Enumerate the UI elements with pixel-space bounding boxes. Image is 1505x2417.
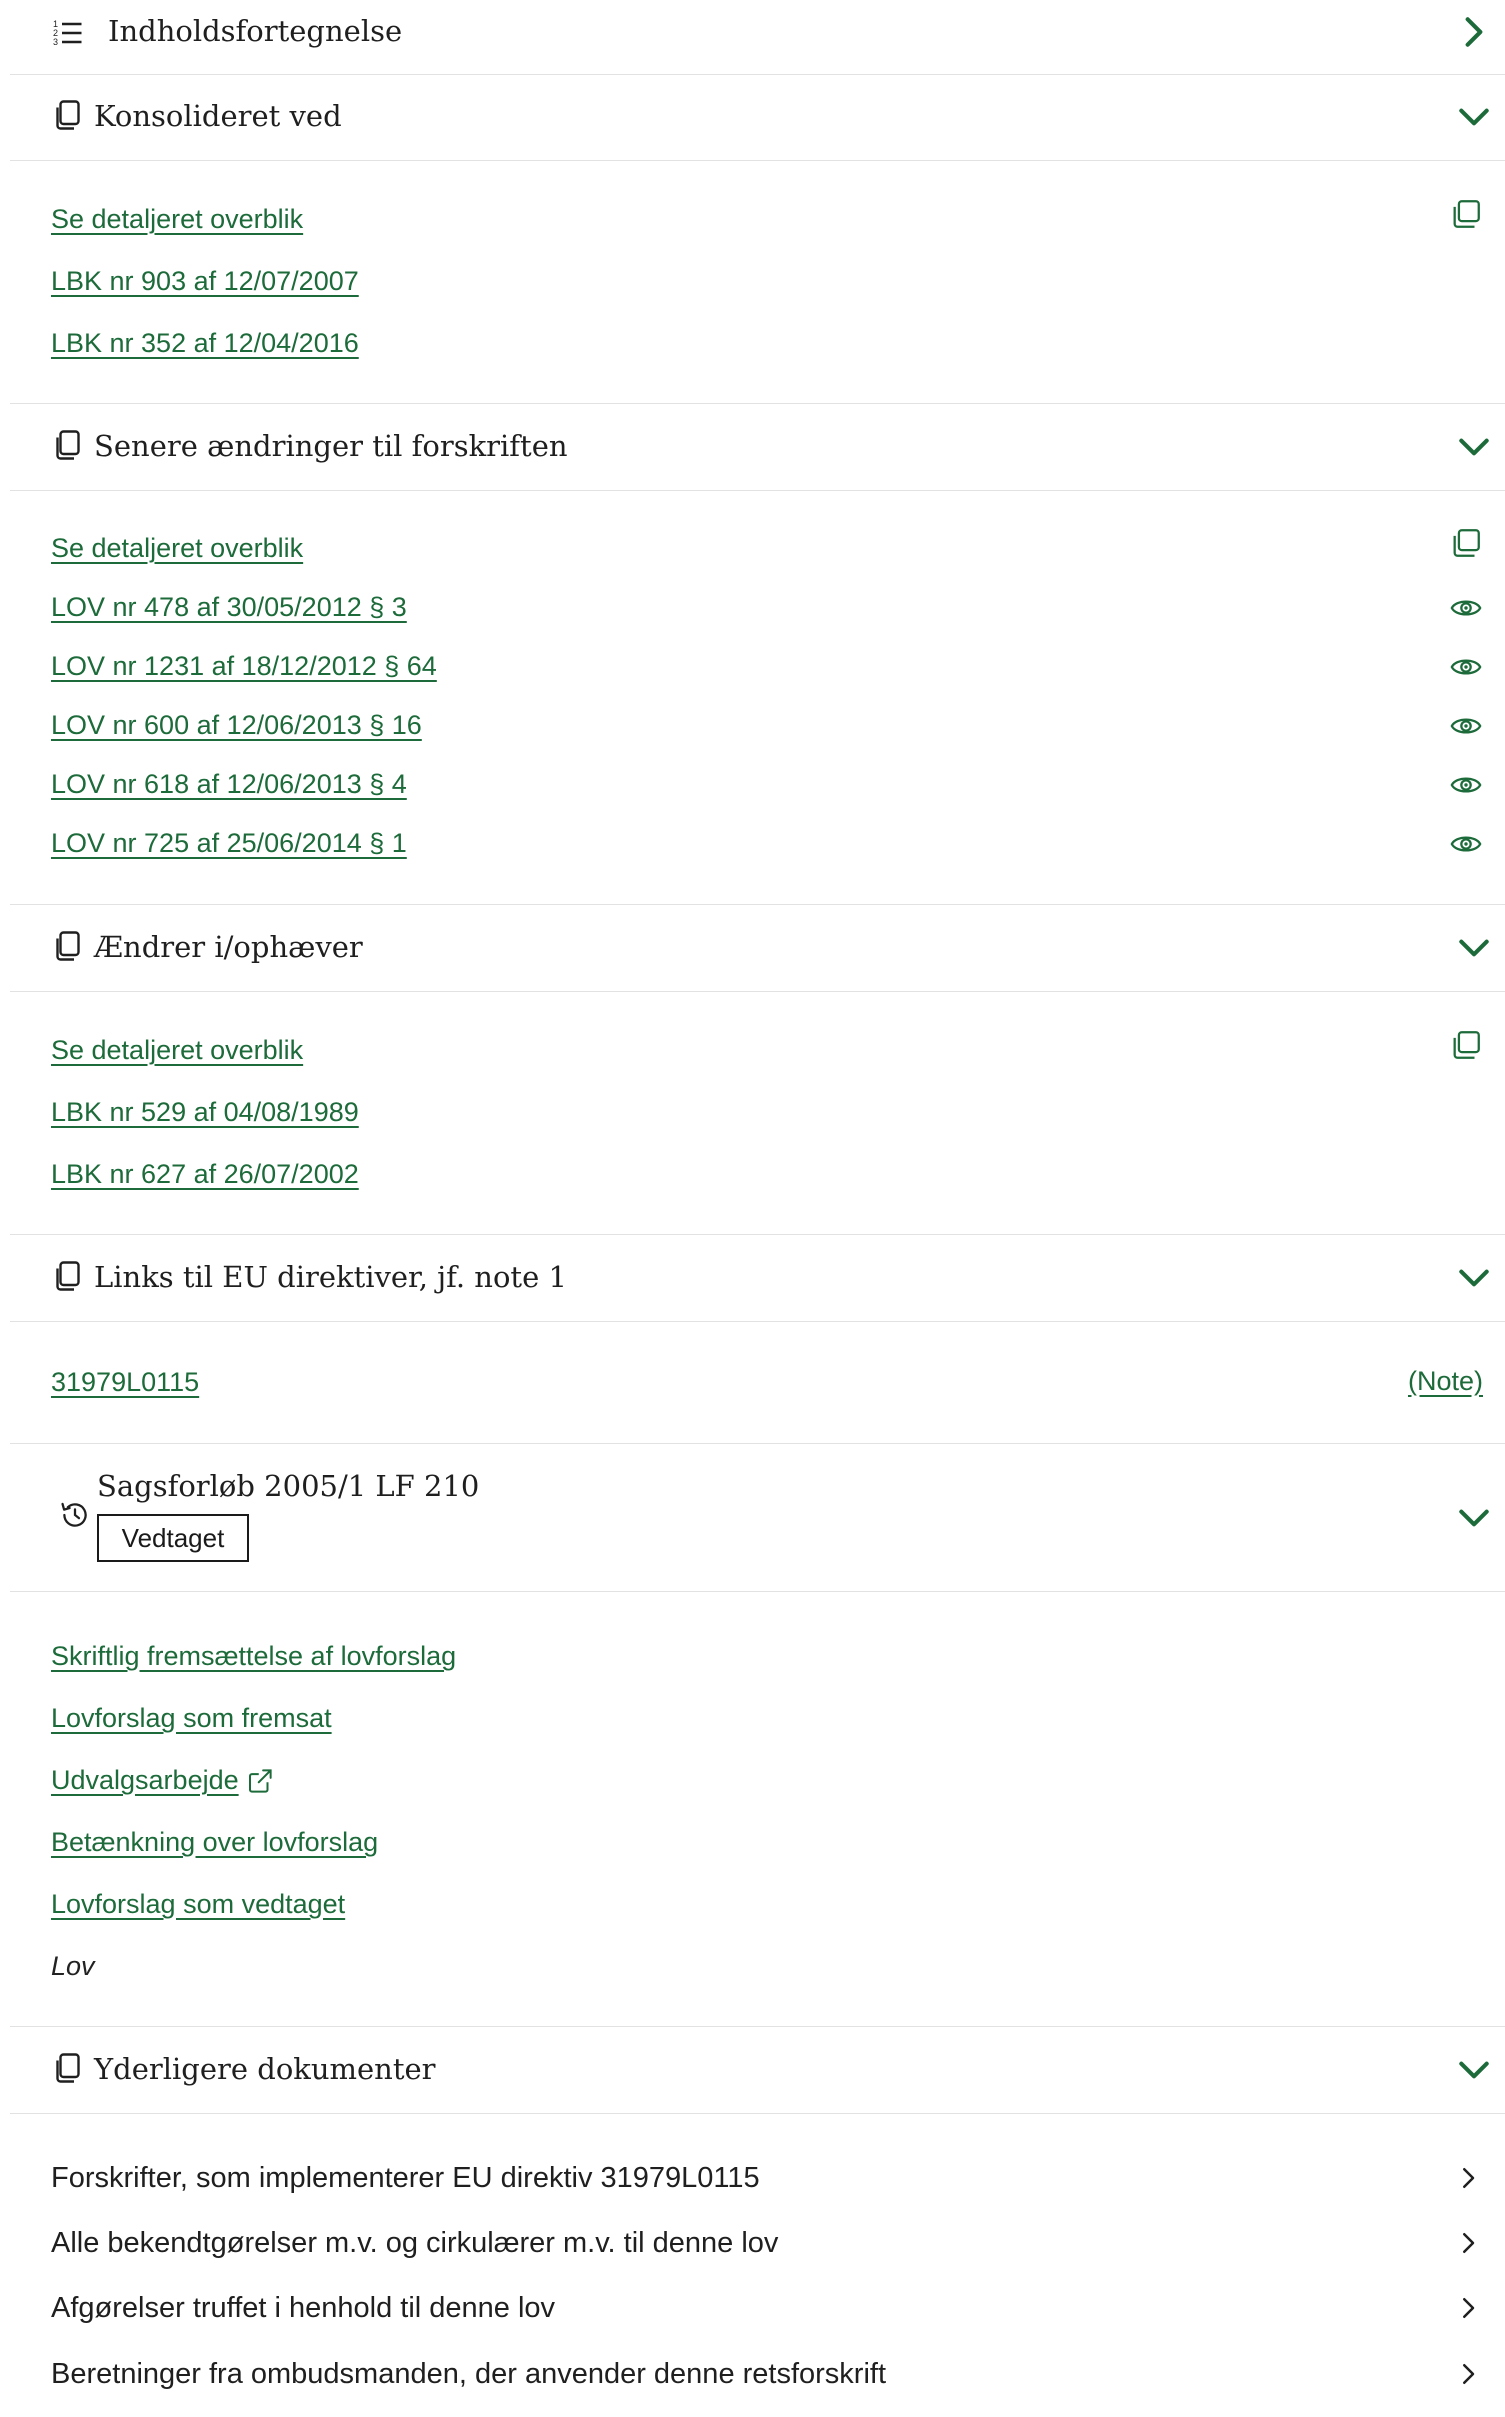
later-change-link[interactable]: LOV nr 725 af 25/06/2014 § 1 [51,828,407,859]
later-changes-header[interactable]: Senere ændringer til forskriften [10,405,1505,491]
divider [10,1234,1505,1235]
copy-icon [50,97,86,133]
eye-icon[interactable] [1449,650,1483,684]
list-icon: 1 2 3 [53,19,82,47]
toc-header[interactable]: 1 2 3 Indholdsfortegnelse [10,0,1505,75]
later-change-link[interactable]: LOV nr 600 af 12/06/2013 § 16 [51,710,422,741]
copy-icon [50,1258,86,1294]
eu-links-header[interactable]: Links til EU direktiver, jf. note 1 [10,1236,1505,1322]
more-docs-item-label: Afgørelser truffet i henhold til denne l… [51,2291,556,2324]
more-docs-title: Yderligere dokumenter [94,2052,436,2086]
chevron-down-icon[interactable] [1455,2051,1493,2089]
later-change-link[interactable]: LOV nr 478 af 30/05/2012 § 3 [51,592,407,623]
case-title: Sagsforløb 2005/1 LF 210 [97,1469,480,1503]
copy-icon[interactable] [1449,1028,1483,1062]
chevron-right-icon [1453,2359,1483,2389]
more-docs-item-label: Forskrifter, som implementerer EU direkt… [51,2161,760,2194]
chevron-down-icon[interactable] [1455,1499,1493,1537]
status-badge: Vedtaget [97,1514,249,1562]
more-docs-item[interactable]: Alle bekendtgørelser m.v. og cirkulærer … [51,2218,1505,2268]
more-docs-item[interactable]: Beretninger fra ombudsmanden, der anvend… [51,2349,1505,2399]
consolidated-link[interactable]: LBK nr 352 af 12/04/2016 [51,328,359,359]
more-docs-item[interactable]: Afgørelser truffet i henhold til denne l… [51,2283,1505,2333]
amends-title: Ændrer i/ophæver [94,930,363,964]
copy-icon[interactable] [1449,526,1483,560]
more-docs-item-label: Beretninger fra ombudsmanden, der anvend… [51,2357,887,2390]
consolidated-header[interactable]: Konsolideret ved [10,75,1505,161]
chevron-down-icon[interactable] [1455,428,1493,466]
chevron-right-icon[interactable] [1455,13,1493,51]
eye-icon[interactable] [1449,591,1483,625]
amends-overview-link[interactable]: Se detaljeret overblik [51,1035,303,1066]
copy-icon [50,2050,86,2086]
history-icon [61,1502,87,1527]
later-changes-overview-link[interactable]: Se detaljeret overblik [51,533,303,564]
chevron-down-icon[interactable] [1455,1259,1493,1297]
svg-text:3: 3 [53,37,58,47]
chevron-right-icon [1453,2163,1483,2193]
eu-links-title: Links til EU direktiver, jf. note 1 [94,1260,567,1294]
amends-link[interactable]: LBK nr 529 af 04/08/1989 [51,1097,359,1128]
case-link[interactable]: Lovforslag som fremsat [51,1703,332,1734]
copy-icon [50,427,86,463]
amends-header[interactable]: Ændrer i/ophæver [10,906,1505,992]
divider [10,2026,1505,2027]
divider [10,904,1505,905]
consolidated-link[interactable]: LBK nr 903 af 12/07/2007 [51,266,359,297]
case-final-step: Lov [51,1951,95,1981]
external-link-icon [248,1768,272,1793]
chevron-down-icon[interactable] [1455,929,1493,967]
case-link[interactable]: Udvalgsarbejde [51,1765,239,1796]
copy-icon [50,928,86,964]
later-change-link[interactable]: LOV nr 618 af 12/06/2013 § 4 [51,769,407,800]
later-changes-title: Senere ændringer til forskriften [94,429,568,463]
note-link[interactable]: (Note) [1408,1366,1483,1397]
case-link[interactable]: Lovforslag som vedtaget [51,1889,345,1920]
eu-directive-link[interactable]: 31979L0115 [51,1367,199,1398]
more-docs-header[interactable]: Yderligere dokumenter [10,2028,1505,2114]
committee-work-link[interactable]: Udvalgsarbejde [51,1765,275,1796]
more-docs-item-label: Alle bekendtgørelser m.v. og cirkulærer … [51,2226,779,2259]
copy-icon[interactable] [1449,197,1483,231]
case-link[interactable]: Skriftlig fremsættelse af lovforslag [51,1641,456,1672]
divider [10,403,1505,404]
eye-icon[interactable] [1449,709,1483,743]
toc-title: Indholdsfortegnelse [108,14,403,48]
amends-link[interactable]: LBK nr 627 af 26/07/2002 [51,1159,359,1190]
eye-icon[interactable] [1449,768,1483,802]
divider [10,1443,1505,1444]
later-change-link[interactable]: LOV nr 1231 af 18/12/2012 § 64 [51,651,437,682]
consolidated-title: Konsolideret ved [94,99,342,133]
more-docs-item[interactable]: Forskrifter, som implementerer EU direkt… [51,2153,1505,2203]
case-link[interactable]: Betænkning over lovforslag [51,1827,378,1858]
consolidated-overview-link[interactable]: Se detaljeret overblik [51,204,303,235]
chevron-right-icon [1453,2228,1483,2258]
eye-icon[interactable] [1449,827,1483,861]
chevron-right-icon [1453,2293,1483,2323]
chevron-down-icon[interactable] [1455,98,1493,136]
